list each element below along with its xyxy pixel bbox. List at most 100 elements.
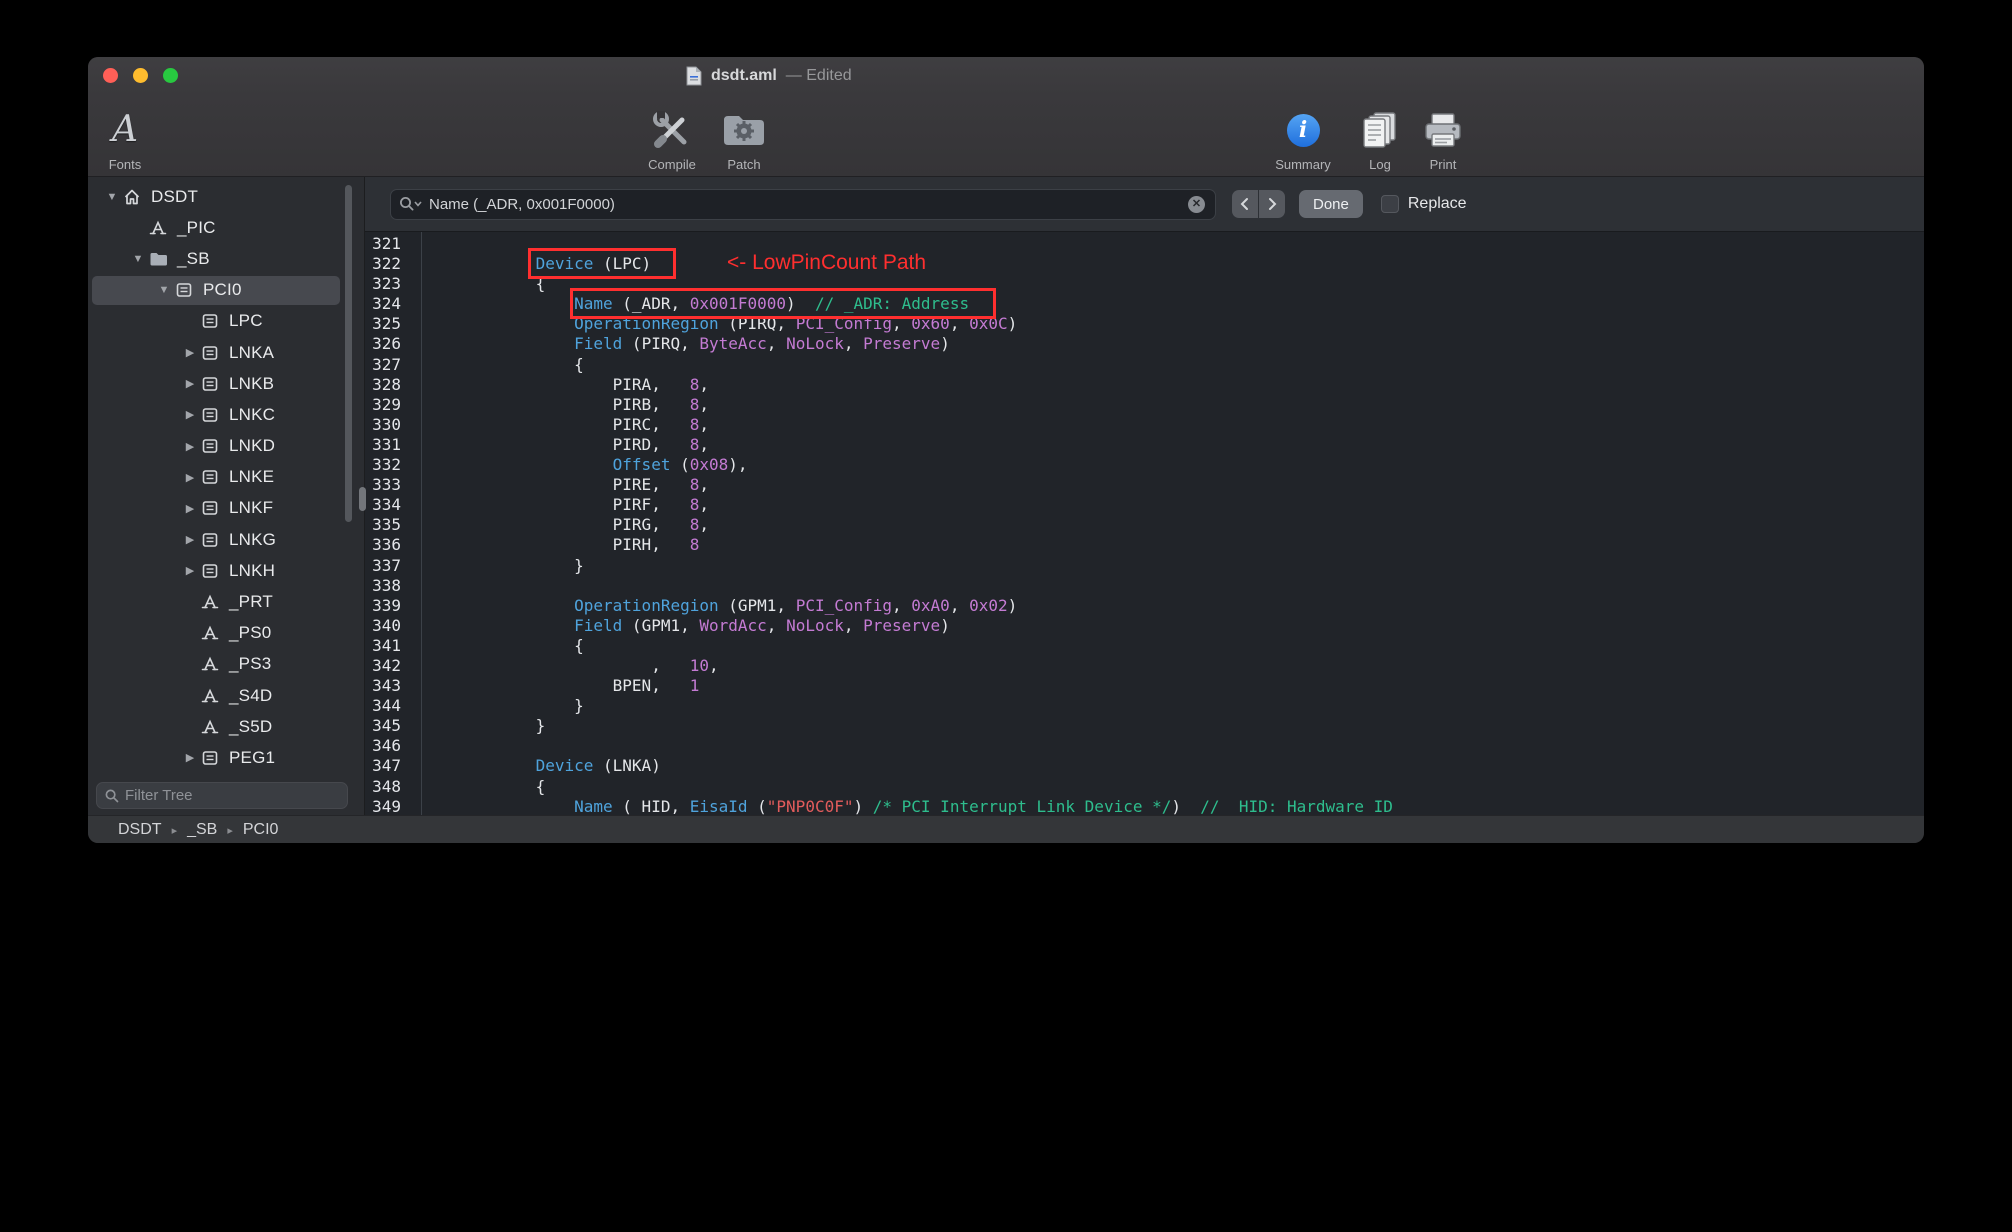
code-text: Field (GPM1, WordAcc, NoLock, Preserve) [574,615,950,635]
sidebar-item-prt[interactable]: _PRT [88,586,364,617]
search-field[interactable]: ✕ [390,188,1216,220]
breadcrumb-item-sb[interactable]: _SB [187,821,217,839]
sidebar-item-label: PEG1 [229,747,276,767]
compile-tools-icon [649,105,695,155]
window-edited-state: — Edited [785,67,852,84]
code-editor[interactable]: 321 322 Device (LPC) 323 {324 Name (_ADR, … [365,232,1924,815]
fonts-button[interactable]: A Fonts [88,100,167,173]
sidebar-item-label: LNKH [229,560,276,580]
sidebar-item-lnkc[interactable]: ▶ LNKC [88,399,364,430]
line-number: 327 [372,354,401,374]
sidebar-item-s5d[interactable]: _S5D [88,711,364,742]
sidebar-item-lnka[interactable]: ▶ LNKA [88,337,364,368]
line-number: 338 [372,575,401,595]
device-icon [200,748,220,768]
find-bar: ✕ Done Re [365,177,1924,232]
home-icon [122,187,142,207]
sidebar-item-label: _S5D [229,716,273,736]
code-line: 329 PIRB, 8, [365,395,1924,415]
line-number: 334 [372,495,401,515]
code-text: { [420,635,584,655]
method-icon [200,686,220,706]
disclosure-triangle-icon[interactable]: ▶ [180,440,200,453]
code-line: 342 , 10, [365,656,1924,676]
sidebar-item-label: LNKD [229,436,276,456]
sidebar-item-ps3[interactable]: _PS3 [88,649,364,680]
find-previous-button[interactable] [1232,190,1258,218]
line-number: 346 [372,736,401,756]
done-button[interactable]: Done [1299,190,1363,218]
find-next-button[interactable] [1259,190,1285,218]
line-number: 326 [372,334,401,354]
patch-button[interactable]: Patch [702,100,786,172]
device-icon [200,311,220,331]
split-divider-handle[interactable] [359,487,366,511]
line-number: 333 [372,475,401,495]
toolbar: A Fonts Compile Patch i Summary Log Prin… [88,95,1924,177]
sidebar-item-label: _S4D [229,685,273,705]
sidebar-item-lnkf[interactable]: ▶ LNKF [88,493,364,524]
sidebar-item-s4d[interactable]: _S4D [88,680,364,711]
log-pages-icon [1360,105,1400,155]
code-text: Name (_HID, EisaId ("PNP0C0F") /* PCI In… [574,796,1393,815]
sidebar-item-lnkh[interactable]: ▶ LNKH [88,555,364,586]
sidebar-item-label: LNKC [229,404,276,424]
sidebar-item-sb[interactable]: ▼ _SB [88,243,364,274]
summary-button[interactable]: i Summary [1261,100,1345,172]
filter-field[interactable] [96,782,348,809]
disclosure-triangle-icon[interactable]: ▼ [154,284,174,296]
device-icon [174,280,194,300]
disclosure-triangle-icon[interactable]: ▶ [180,408,200,421]
disclosure-triangle-icon[interactable]: ▶ [180,564,200,577]
disclosure-triangle-icon[interactable]: ▶ [180,471,200,484]
sidebar-item-lnkb[interactable]: ▶ LNKB [88,368,364,399]
disclosure-triangle-icon[interactable]: ▼ [102,191,122,203]
sidebar-scrollbar[interactable] [345,185,352,522]
line-number: 348 [372,776,401,796]
line-number: 345 [372,716,401,736]
title-bar: dsdt.aml — Edited [88,57,1924,95]
code-text: { [420,776,546,796]
sidebar-item-lpc[interactable]: LPC [88,306,364,337]
find-navigation [1232,190,1285,218]
sidebar-item-lnke[interactable]: ▶ LNKE [88,462,364,493]
sidebar-item-lnkd[interactable]: ▶ LNKD [88,431,364,462]
breadcrumb-separator-icon: ▸ [171,825,178,837]
device-icon [200,343,220,363]
disclosure-triangle-icon[interactable]: ▶ [180,502,200,515]
line-number: 340 [372,615,401,635]
breadcrumb-item-pci0[interactable]: PCI0 [243,821,279,839]
disclosure-triangle-icon[interactable]: ▶ [180,533,200,546]
sidebar-item-peg1[interactable]: ▶ PEG1 [88,742,364,773]
code-text: Device (LNKA) [535,756,661,776]
replace-checkbox[interactable] [1380,195,1399,213]
summary-info-icon: i [1286,105,1320,155]
breadcrumb-item-dsdt[interactable]: DSDT [118,821,162,839]
sidebar-item-label: _PRT [229,592,273,612]
chevron-left-icon [1240,198,1248,210]
line-number: 341 [372,635,401,655]
clear-search-icon[interactable]: ✕ [1188,195,1205,213]
annotation-box-device-lpc [528,248,676,279]
sidebar-item-lnkg[interactable]: ▶ LNKG [88,524,364,555]
filter-input[interactable] [125,787,339,804]
disclosure-triangle-icon[interactable]: ▶ [180,377,200,390]
code-line: 333 PIRE, 8, [365,475,1924,495]
replace-option: Replace [1380,195,1467,213]
disclosure-triangle-icon[interactable]: ▼ [128,253,148,265]
print-button[interactable]: Print [1401,100,1485,172]
sidebar-item-pci0[interactable]: ▼ PCI0 [88,275,364,306]
sidebar-item-dsdt[interactable]: ▼ DSDT [88,181,364,212]
sidebar-item-pic[interactable]: _PIC [88,212,364,243]
disclosure-triangle-icon[interactable]: ▶ [180,346,200,359]
sidebar-item-label: PCI0 [203,280,242,300]
code-text: { [420,274,546,294]
search-input[interactable] [429,195,1181,213]
disclosure-triangle-icon[interactable]: ▶ [180,751,200,764]
code-line: 338 [365,576,1924,596]
sidebar-item-label: LNKB [229,373,275,393]
code-line: 334 PIRF, 8, [365,495,1924,515]
sidebar-item-ps0[interactable]: _PS0 [88,618,364,649]
